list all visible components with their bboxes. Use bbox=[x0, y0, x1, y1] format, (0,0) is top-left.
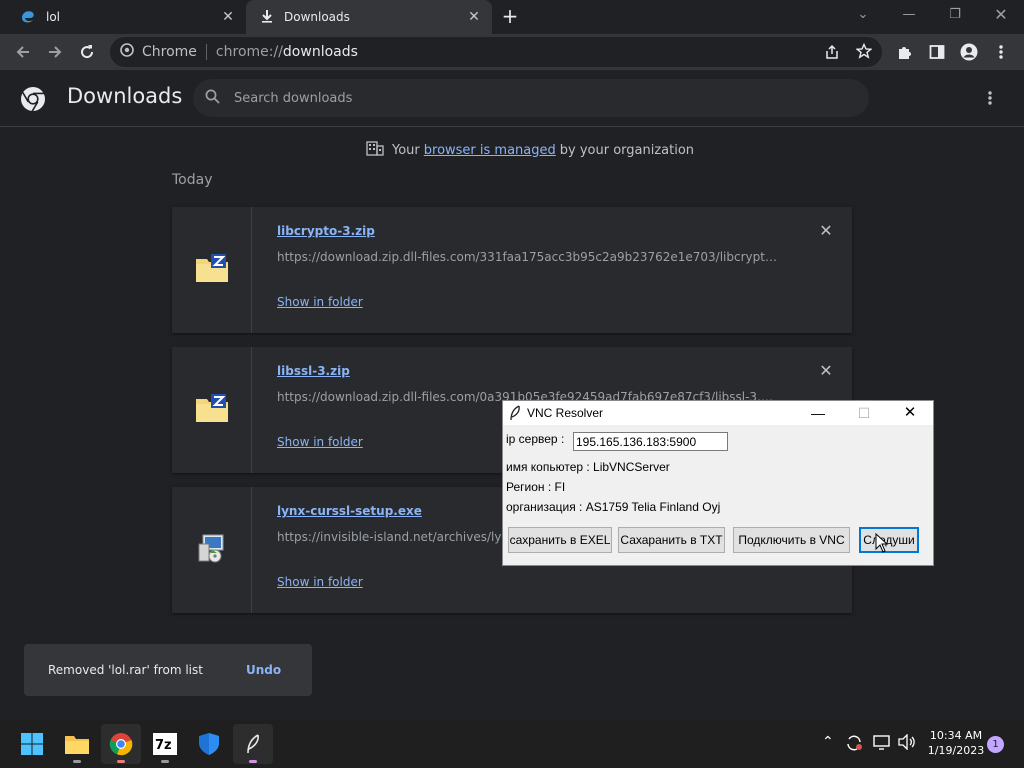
taskbar-clock[interactable]: 10:34 AM 1/19/2023 bbox=[918, 728, 994, 758]
restore-button[interactable]: ❐ bbox=[932, 4, 978, 28]
tab-strip: lol ✕ Downloads ✕ + ⌄ — ❐ ✕ bbox=[0, 0, 1024, 34]
downloads-header: Downloads bbox=[0, 70, 1024, 127]
tab-search-chevron-icon[interactable]: ⌄ bbox=[840, 4, 886, 28]
svg-text:7z: 7z bbox=[155, 738, 172, 753]
vnc-resolver-window: VNC Resolver — ☐ ✕ ip сервер : имя копью… bbox=[502, 400, 934, 566]
undo-button[interactable]: Undo bbox=[246, 663, 281, 677]
forward-arrow-icon[interactable] bbox=[40, 37, 70, 67]
url-scheme: chrome:// bbox=[215, 44, 283, 60]
url-host: downloads bbox=[282, 44, 358, 60]
file-name-link[interactable]: libssl-3.zip bbox=[277, 364, 350, 378]
clock-time: 10:34 AM bbox=[929, 729, 983, 742]
show-in-folder-link[interactable]: Show in folder bbox=[277, 575, 363, 589]
running-indicator bbox=[161, 760, 169, 763]
file-icon-area bbox=[172, 207, 252, 333]
show-hidden-icons-chevron-icon[interactable]: ⌃ bbox=[822, 734, 834, 750]
bookmark-star-icon[interactable] bbox=[855, 42, 873, 63]
managed-prefix: Your bbox=[392, 142, 420, 158]
date-section-heading: Today bbox=[172, 172, 213, 188]
download-icon bbox=[260, 9, 274, 26]
extensions-puzzle-icon[interactable] bbox=[890, 37, 920, 67]
search-downloads-box[interactable] bbox=[193, 79, 869, 117]
search-input[interactable] bbox=[234, 90, 734, 106]
remove-from-list-icon[interactable]: ✕ bbox=[816, 361, 836, 381]
search-icon bbox=[205, 89, 220, 108]
show-in-folder-link[interactable]: Show in folder bbox=[277, 435, 363, 449]
file-icon-area bbox=[172, 347, 252, 473]
vnc-maximize-button[interactable]: ☐ bbox=[841, 401, 887, 425]
feather-app-icon bbox=[509, 405, 521, 426]
running-indicator bbox=[73, 760, 81, 763]
side-panel-icon[interactable] bbox=[922, 37, 952, 67]
7zip-icon[interactable]: 7z bbox=[145, 724, 185, 764]
volume-icon[interactable] bbox=[897, 733, 915, 754]
address-bar[interactable]: Chrome chrome:// downloads bbox=[110, 37, 882, 67]
edge-favicon-icon bbox=[20, 8, 36, 27]
tab-close-icon[interactable]: ✕ bbox=[218, 9, 238, 25]
windows-security-icon[interactable] bbox=[189, 724, 229, 764]
organization-text: организация : AS1759 Telia Finland Oyj bbox=[506, 500, 721, 514]
chrome-menu-kebab-icon[interactable] bbox=[986, 37, 1016, 67]
vnc-resolver-icon[interactable] bbox=[233, 724, 273, 764]
running-indicator bbox=[117, 760, 125, 763]
computer-name-text: имя копьютер : LibVNCServer bbox=[506, 460, 670, 474]
start-icon[interactable] bbox=[12, 724, 52, 764]
installer-icon bbox=[196, 532, 228, 568]
winzip-folder-icon bbox=[195, 253, 229, 287]
removed-toast: Removed 'lol.rar' from list Undo bbox=[24, 644, 312, 696]
winzip-folder-icon bbox=[195, 393, 229, 427]
omnibox-chip: Chrome bbox=[142, 44, 197, 60]
building-icon bbox=[366, 140, 384, 160]
omnibox-divider bbox=[205, 44, 207, 60]
save-excel-button[interactable]: сахранить в EXEL bbox=[508, 527, 612, 553]
notification-badge[interactable]: 1 bbox=[987, 736, 1004, 753]
file-url[interactable]: https://download.zip.dll-files.com/331fa… bbox=[277, 250, 777, 264]
browser-toolbar: Chrome chrome:// downloads bbox=[0, 34, 1024, 70]
managed-notice: Your browser is managed by your organiza… bbox=[366, 140, 694, 160]
toast-message: Removed 'lol.rar' from list bbox=[48, 663, 203, 677]
tab-downloads[interactable]: Downloads ✕ bbox=[246, 0, 492, 34]
downloads-menu-kebab-icon[interactable] bbox=[984, 90, 996, 110]
save-txt-button[interactable]: Сахаранить в TXT bbox=[618, 527, 725, 553]
chrome-logo-icon bbox=[20, 86, 46, 116]
mouse-cursor-icon bbox=[875, 532, 889, 558]
connect-vnc-button[interactable]: Подключить в VNC bbox=[733, 527, 850, 553]
new-tab-button[interactable]: + bbox=[498, 5, 522, 29]
remove-from-list-icon[interactable]: ✕ bbox=[816, 221, 836, 241]
next-button[interactable]: Следуши bbox=[859, 527, 919, 553]
minimize-button[interactable]: — bbox=[886, 4, 932, 28]
ip-server-label: ip сервер : bbox=[506, 432, 565, 446]
page-title: Downloads bbox=[67, 84, 183, 108]
download-card: libcrypto-3.zip https://download.zip.dll… bbox=[172, 207, 852, 333]
managed-suffix: by your organization bbox=[559, 142, 695, 158]
region-text: Регион : FI bbox=[506, 480, 566, 494]
profile-avatar-icon[interactable] bbox=[954, 37, 984, 67]
vnc-window-title: VNC Resolver bbox=[527, 406, 604, 420]
reload-icon[interactable] bbox=[72, 37, 102, 67]
tab-title: Downloads bbox=[284, 10, 350, 24]
tab-close-icon[interactable]: ✕ bbox=[464, 9, 484, 25]
back-arrow-icon[interactable] bbox=[8, 37, 38, 67]
file-explorer-icon[interactable] bbox=[57, 724, 97, 764]
vnc-minimize-button[interactable]: — bbox=[795, 401, 841, 425]
close-window-button[interactable]: ✕ bbox=[978, 4, 1024, 28]
tab-lol[interactable]: lol ✕ bbox=[0, 0, 246, 34]
network-icon[interactable] bbox=[873, 734, 891, 754]
chrome-icon[interactable] bbox=[101, 724, 141, 764]
vnc-titlebar[interactable]: VNC Resolver — ☐ ✕ bbox=[503, 401, 933, 425]
running-indicator bbox=[249, 760, 257, 763]
tab-title: lol bbox=[46, 10, 61, 24]
file-name-link[interactable]: libcrypto-3.zip bbox=[277, 224, 375, 238]
browser-managed-link[interactable]: browser is managed bbox=[424, 143, 556, 158]
clock-date: 1/19/2023 bbox=[927, 744, 985, 757]
sync-alert-icon[interactable] bbox=[845, 734, 863, 756]
file-icon-area bbox=[172, 487, 252, 613]
windows-taskbar: 7z ⌃ 10:34 AM 1/19/2023 bbox=[0, 720, 1024, 768]
vnc-close-button[interactable]: ✕ bbox=[887, 401, 933, 425]
show-in-folder-link[interactable]: Show in folder bbox=[277, 295, 363, 309]
share-icon[interactable] bbox=[824, 44, 840, 64]
ip-server-input[interactable] bbox=[573, 432, 728, 451]
chrome-page-icon bbox=[120, 43, 134, 61]
file-name-link[interactable]: lynx-curssl-setup.exe bbox=[277, 504, 422, 518]
